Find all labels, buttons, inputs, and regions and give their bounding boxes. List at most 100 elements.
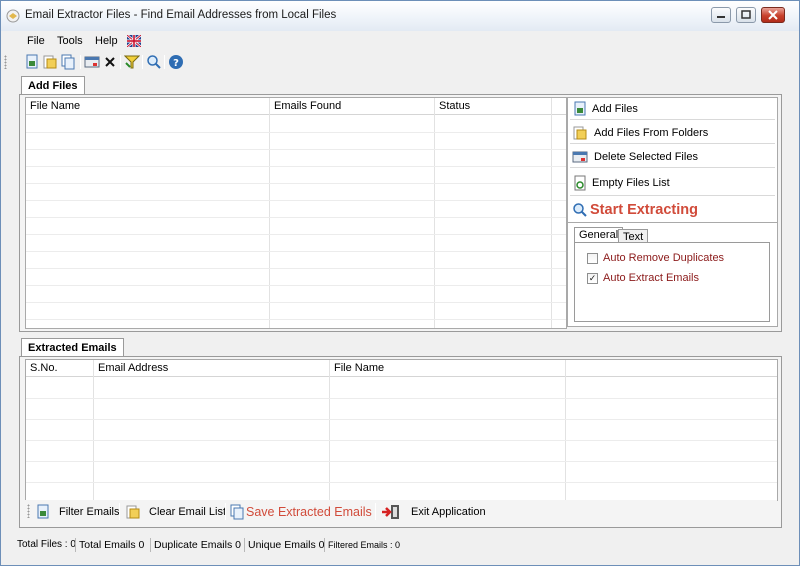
status-duplicate-emails: Duplicate Emails 0: [154, 539, 241, 551]
exit-application-label: Exit Application: [411, 505, 486, 518]
grid-row-line: [26, 419, 777, 420]
auto-remove-duplicates-label[interactable]: Auto Remove Duplicates: [603, 252, 724, 264]
grid-row-line: [26, 251, 566, 252]
files-grid[interactable]: File Name Emails Found Status: [25, 97, 567, 329]
grid-row-line: [26, 234, 566, 235]
search-icon: [147, 55, 161, 69]
add-files-from-folders-button[interactable]: Add Files From Folders: [570, 122, 775, 144]
tab-general[interactable]: General: [574, 227, 624, 243]
title-bar: Email Extractor Files - Find Email Addre…: [1, 1, 799, 31]
status-total-emails: Total Emails 0: [79, 539, 145, 551]
save-extracted-emails-button[interactable]: Save Extracted Emails: [229, 500, 372, 523]
email-actions-toolbar: Filter Emails Clear Email List Save Extr…: [25, 500, 777, 523]
maximize-icon: [741, 10, 751, 19]
uk-flag-icon[interactable]: [127, 35, 141, 47]
auto-extract-emails-label[interactable]: Auto Extract Emails: [603, 272, 699, 284]
status-separator: [324, 538, 325, 552]
actions-panel: Add Files Add Files From Folders Delete …: [567, 97, 778, 327]
emails-grid-header: S.No. Email Address File Name: [26, 360, 777, 377]
toolbar-help-button[interactable]: ?: [167, 53, 185, 71]
toolbar-separator: [375, 503, 376, 520]
toolbar-add-files-button[interactable]: [23, 53, 41, 71]
column-header-email-address[interactable]: Email Address: [94, 360, 330, 377]
column-header-emails-found[interactable]: Emails Found: [270, 98, 435, 115]
files-grid-header: File Name Emails Found Status: [26, 98, 566, 115]
status-bar: Total Files : 0 Total Emails 0 Duplicate…: [1, 537, 799, 553]
grid-row-line: [26, 285, 566, 286]
maximize-button[interactable]: [736, 7, 756, 23]
delete-selected-icon: [572, 151, 588, 162]
app-window: Email Extractor Files - Find Email Addre…: [0, 0, 800, 566]
status-filtered-emails: Filtered Emails : 0: [328, 540, 401, 550]
delete-icon: [105, 57, 115, 67]
add-files-label: Add Files: [592, 102, 638, 115]
auto-extract-emails-checkbox[interactable]: ✓: [587, 273, 598, 284]
grid-row-line: [26, 217, 566, 218]
column-header-status[interactable]: Status: [435, 98, 552, 115]
status-total-files: Total Files : 0: [17, 539, 76, 550]
toolbar-separator: [119, 503, 120, 520]
close-button[interactable]: [761, 7, 785, 23]
menu-bar: File Tools Help: [1, 31, 799, 51]
filter-emails-label: Filter Emails: [59, 505, 120, 518]
grid-column-line: [93, 360, 94, 500]
toolbar-separator: [80, 55, 81, 69]
tab-extracted-emails[interactable]: Extracted Emails: [21, 338, 124, 357]
toolbar-separator: [120, 55, 121, 69]
grid-column-line: [565, 360, 566, 500]
menu-file[interactable]: File: [27, 35, 45, 47]
toolbar-separator: [164, 55, 165, 69]
empty-files-list-button[interactable]: Empty Files List: [570, 170, 775, 196]
auto-remove-duplicates-checkbox[interactable]: [587, 253, 598, 264]
toolbar-grip[interactable]: [27, 504, 30, 518]
window-title: Email Extractor Files - Find Email Addre…: [25, 9, 337, 21]
save-extracted-emails-label: Save Extracted Emails: [246, 504, 372, 519]
status-separator: [244, 538, 245, 552]
menu-tools[interactable]: Tools: [57, 35, 83, 47]
close-icon: [768, 10, 778, 20]
grid-row-line: [26, 302, 566, 303]
emails-grid[interactable]: S.No. Email Address File Name: [25, 359, 778, 501]
add-files-from-folders-label: Add Files From Folders: [594, 126, 709, 139]
delete-selected-icon: [84, 56, 100, 68]
toolbar-separator: [142, 55, 143, 69]
clear-list-icon: [126, 505, 140, 518]
minimize-icon: [717, 16, 725, 18]
toolbar-grip[interactable]: [4, 55, 7, 69]
toolbar-search-button[interactable]: [145, 53, 163, 71]
filter-icon: [124, 55, 140, 69]
status-separator: [75, 538, 76, 552]
minimize-button[interactable]: [711, 7, 731, 23]
start-extracting-button[interactable]: Start Extracting: [570, 198, 775, 222]
toolbar-delete-selected-button[interactable]: [83, 53, 101, 71]
grid-column-line: [329, 360, 330, 500]
grid-row-line: [26, 166, 566, 167]
menu-help[interactable]: Help: [95, 35, 118, 47]
grid-row-line: [26, 183, 566, 184]
delete-selected-files-button[interactable]: Delete Selected Files: [570, 146, 775, 168]
general-options-box: Auto Remove Duplicates ✓ Auto Extract Em…: [574, 242, 770, 322]
grid-row-line: [26, 132, 566, 133]
folder-icon: [573, 126, 587, 139]
grid-row-line: [26, 461, 777, 462]
exit-application-button[interactable]: Exit Application: [381, 500, 486, 523]
clear-email-list-button[interactable]: Clear Email List: [125, 500, 226, 523]
grid-row-line: [26, 482, 777, 483]
toolbar-delete-button[interactable]: [101, 53, 119, 71]
toolbar-add-folder-button[interactable]: [41, 53, 59, 71]
grid-row-line: [26, 200, 566, 201]
filter-emails-button[interactable]: Filter Emails: [35, 500, 120, 523]
toolbar-copy-button[interactable]: [59, 53, 77, 71]
column-header-sno[interactable]: S.No.: [26, 360, 94, 377]
empty-files-list-label: Empty Files List: [592, 176, 670, 189]
search-icon: [573, 203, 587, 217]
help-icon: ?: [169, 55, 183, 69]
column-header-file-name[interactable]: File Name: [26, 98, 270, 115]
add-files-button[interactable]: Add Files: [570, 98, 775, 120]
toolbar-filter-button[interactable]: [123, 53, 141, 71]
status-unique-emails: Unique Emails 0: [248, 539, 325, 551]
add-files-icon: [574, 101, 586, 115]
copy-icon: [61, 54, 75, 70]
tab-add-files[interactable]: Add Files: [21, 76, 85, 95]
column-header-file-name[interactable]: File Name: [330, 360, 566, 377]
